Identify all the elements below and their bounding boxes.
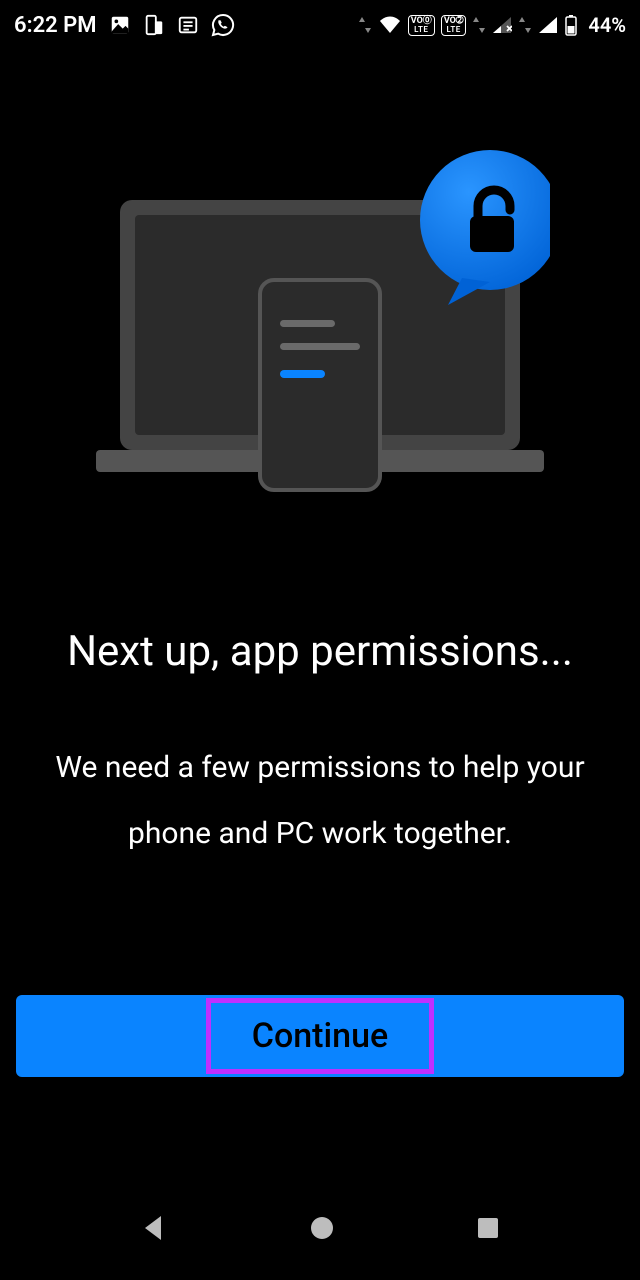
nav-recent-button[interactable] xyxy=(475,1215,501,1245)
signal-2-icon xyxy=(538,16,558,34)
volte-1-icon: VO🄋LTE xyxy=(408,15,435,36)
status-right: VO🄋LTE VO➁LTE 44% xyxy=(358,13,626,37)
volte-2-icon: VO➁LTE xyxy=(441,15,467,36)
status-time: 6:22 PM xyxy=(14,13,97,38)
nav-home-button[interactable] xyxy=(308,1214,336,1246)
device-icon xyxy=(143,14,165,36)
permissions-hero-illustration xyxy=(0,140,640,500)
data-updown-icon-3 xyxy=(518,16,532,34)
signal-1-icon xyxy=(492,16,512,34)
gallery-icon xyxy=(109,14,131,36)
data-updown-icon-2 xyxy=(472,16,486,34)
continue-button[interactable]: Continue xyxy=(16,995,624,1077)
battery-icon xyxy=(564,14,578,36)
page-heading: Next up, app permissions... xyxy=(40,625,600,680)
nav-back-button[interactable] xyxy=(139,1213,169,1247)
status-bar: 6:22 PM VO🄋LTE VO➁LTE xyxy=(0,0,640,50)
android-nav-bar xyxy=(0,1200,640,1260)
content-text: Next up, app permissions... We need a fe… xyxy=(40,625,600,867)
whatsapp-icon xyxy=(211,13,235,37)
data-updown-icon-1 xyxy=(358,16,372,34)
wifi-icon xyxy=(378,15,402,35)
news-icon xyxy=(177,14,199,36)
status-left: 6:22 PM xyxy=(14,13,235,38)
page-subheading: We need a few permissions to help your p… xyxy=(40,735,600,867)
continue-button-label: Continue xyxy=(252,1016,388,1056)
battery-percent: 44% xyxy=(588,13,626,37)
